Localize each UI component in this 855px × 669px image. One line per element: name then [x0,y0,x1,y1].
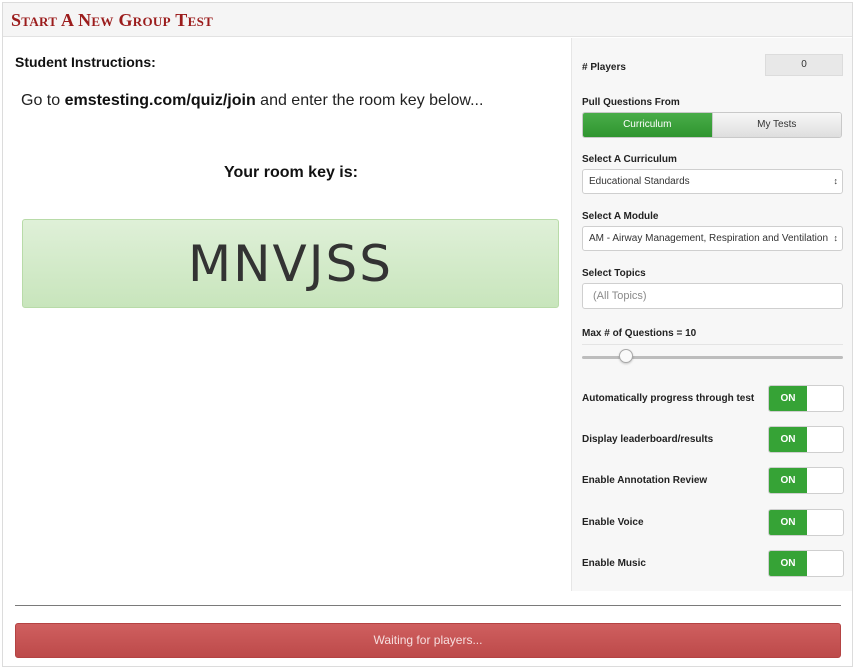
auto-progress-toggle[interactable]: ON [768,385,844,412]
room-key: MNVJSS [188,234,393,293]
leaderboard-label: Display leaderboard/results [582,434,714,445]
room-key-box: MNVJSS [22,219,559,308]
players-label: # Players [582,62,626,73]
instructions-prefix: Go to [21,92,65,109]
toggle-row-voice: Enable Voice ON [582,509,844,537]
toggle-row-annotation: Enable Annotation Review ON [582,467,844,495]
group-test-panel: Start A New Group Test Student Instructi… [2,2,853,667]
select-arrows-icon: ↕ [833,233,839,243]
instructions-text: Go to emstesting.com/quiz/join and enter… [21,92,483,110]
max-questions-slider-handle[interactable] [619,349,634,363]
topics-label: Select Topics [582,268,646,279]
page-title: Start A New Group Test [11,10,214,30]
music-toggle[interactable]: ON [768,550,844,577]
toggle-state: ON [769,551,807,576]
module-label: Select A Module [582,211,659,222]
panel-header: Start A New Group Test [3,3,852,37]
toggle-state: ON [769,510,807,535]
footer-divider [15,605,841,606]
auto-progress-label: Automatically progress through test [582,393,755,404]
toggle-row-leaderboard: Display leaderboard/results ON [582,426,844,454]
waiting-for-players-button[interactable]: Waiting for players... [15,623,841,658]
leaderboard-toggle[interactable]: ON [768,426,844,453]
module-value: AM - Airway Management, Respiration and … [589,233,829,244]
instructions-suffix: and enter the room key below... [255,92,484,109]
voice-toggle[interactable]: ON [768,509,844,536]
voice-label: Enable Voice [582,517,644,528]
topics-input[interactable]: (All Topics) [582,283,843,309]
instructions-heading: Student Instructions: [15,54,156,70]
curriculum-value: Educational Standards [589,176,690,187]
curriculum-label: Select A Curriculum [582,154,677,165]
pull-questions-label: Pull Questions From [582,97,680,108]
music-label: Enable Music [582,558,646,569]
instructions-panel: Student Instructions: Go to emstesting.c… [3,38,569,591]
players-count: 0 [765,54,843,76]
source-toggle: Curriculum My Tests [582,112,842,138]
annotation-toggle[interactable]: ON [768,467,844,494]
toggle-state: ON [769,427,807,452]
settings-panel: # Players 0 Pull Questions From Curricul… [571,38,852,591]
divider [582,344,843,345]
toggle-state: ON [769,386,807,411]
toggle-row-music: Enable Music ON [582,550,844,578]
source-curriculum-button[interactable]: Curriculum [583,113,712,137]
module-select[interactable]: AM - Airway Management, Respiration and … [582,226,843,251]
max-questions-label: Max # of Questions = 10 [582,328,697,339]
join-url: emstesting.com/quiz/join [64,92,256,109]
toggle-state: ON [769,468,807,493]
annotation-label: Enable Annotation Review [582,475,708,486]
curriculum-select[interactable]: Educational Standards ↕ [582,169,843,194]
room-key-label: Your room key is: [224,164,358,181]
source-my-tests-button[interactable]: My Tests [711,113,841,137]
toggle-row-auto-progress: Automatically progress through test ON [582,385,844,413]
select-arrows-icon: ↕ [833,176,839,186]
